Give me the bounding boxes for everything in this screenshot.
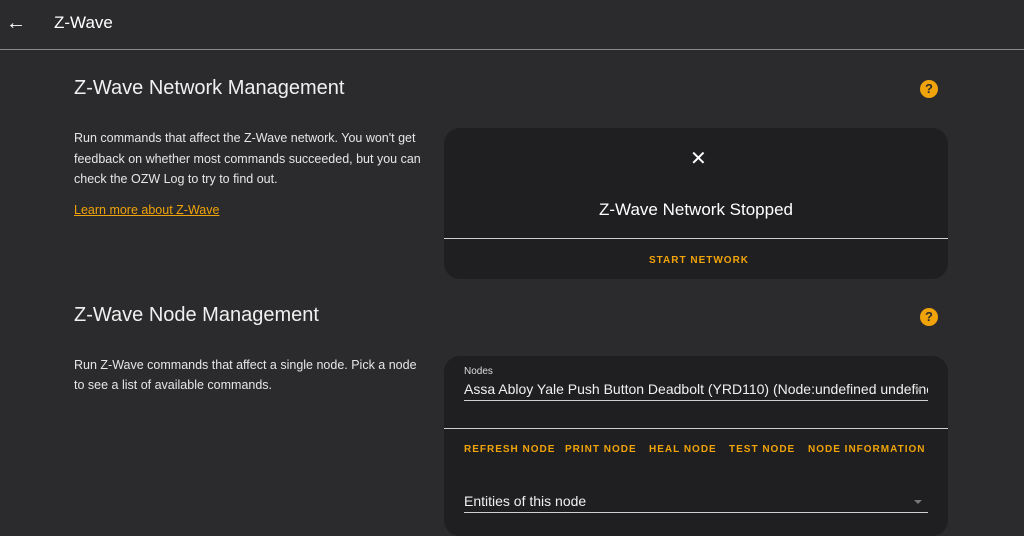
help-icon[interactable]: ? <box>920 80 938 98</box>
page-title: Z-Wave <box>54 13 113 32</box>
learn-more-link[interactable]: Learn more about Z-Wave <box>74 203 219 217</box>
help-icon[interactable]: ? <box>920 308 938 326</box>
node-management-title: Z-Wave Node Management <box>74 304 319 326</box>
divider <box>444 238 948 239</box>
network-status-card: ✕ Z-Wave Network Stopped START NETWORK <box>444 128 948 279</box>
close-icon: ✕ <box>690 148 707 170</box>
dropdown-caret-icon <box>914 388 922 392</box>
divider <box>444 428 948 429</box>
back-arrow-icon[interactable]: ← <box>6 12 26 34</box>
nodes-select-value: Assa Abloy Yale Push Button Deadbolt (YR… <box>464 381 928 397</box>
start-network-button[interactable]: START NETWORK <box>649 255 749 266</box>
node-description: Run Z-Wave commands that affect a single… <box>74 358 417 392</box>
network-status: Z-Wave Network Stopped <box>599 200 793 219</box>
network-description: Run commands that affect the Z-Wave netw… <box>74 131 421 186</box>
dropdown-caret-icon <box>914 500 922 504</box>
nodes-label: Nodes <box>464 366 493 377</box>
entities-select[interactable]: Entities of this node <box>464 493 928 513</box>
test-node-button[interactable]: TEST NODE <box>729 444 795 455</box>
nodes-select[interactable]: Assa Abloy Yale Push Button Deadbolt (YR… <box>464 381 928 401</box>
app-header: ← Z-Wave <box>0 0 1024 50</box>
node-information-button[interactable]: NODE INFORMATION <box>808 444 925 455</box>
refresh-node-button[interactable]: REFRESH NODE <box>464 444 555 455</box>
heal-node-button[interactable]: HEAL NODE <box>649 444 717 455</box>
print-node-button[interactable]: PRINT NODE <box>565 444 637 455</box>
network-management-title: Z-Wave Network Management <box>74 77 345 99</box>
entities-select-placeholder: Entities of this node <box>464 493 587 509</box>
node-card: Nodes Assa Abloy Yale Push Button Deadbo… <box>444 356 948 536</box>
